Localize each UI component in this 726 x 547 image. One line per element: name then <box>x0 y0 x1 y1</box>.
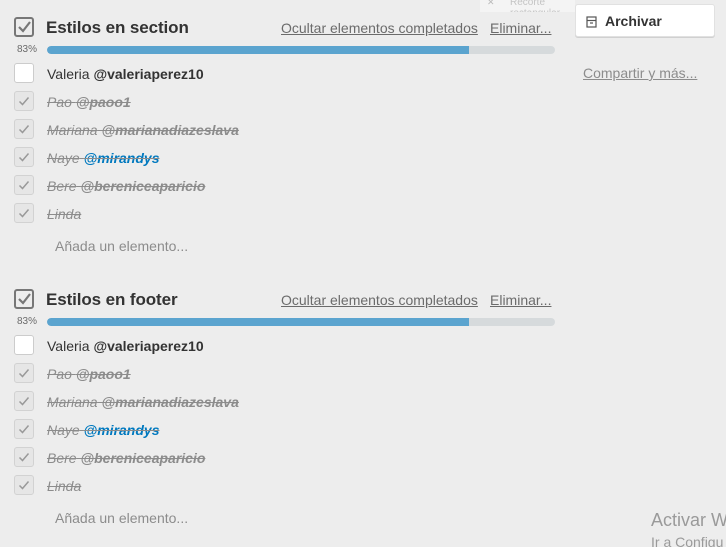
checklist-item[interactable]: Pao @paoo1 <box>0 88 570 116</box>
item-checkbox[interactable] <box>14 335 34 355</box>
progress-percent: 83% <box>17 316 38 327</box>
item-text[interactable]: Naye @mirandys <box>47 150 159 166</box>
checklist-title[interactable]: Estilos en footer <box>46 290 178 310</box>
windows-activation-watermark-sub: Ir a Configu <box>651 534 724 547</box>
checklist-item[interactable]: Pao @paoo1 <box>0 360 570 388</box>
item-mention[interactable]: @mirandys <box>84 150 160 166</box>
item-name: Naye <box>47 422 80 438</box>
archive-icon <box>586 15 597 33</box>
progress-row: 83% <box>0 42 570 58</box>
item-name: Linda <box>47 206 82 222</box>
progress-bar <box>47 318 555 326</box>
item-checkbox[interactable] <box>14 119 34 139</box>
checklist-item[interactable]: Naye @mirandys <box>0 416 570 444</box>
item-mention: @paoo1 <box>75 94 131 110</box>
checklist-item[interactable]: Valeria @valeriaperez10 <box>0 332 570 360</box>
item-text[interactable]: Mariana @marianadiazeslava <box>47 122 239 138</box>
item-checkbox[interactable] <box>14 447 34 467</box>
item-text[interactable]: Valeria @valeriaperez10 <box>47 338 204 354</box>
checklist-item[interactable]: Bere @bereniceaparicio <box>0 444 570 472</box>
hide-completed-link[interactable]: Ocultar elementos completados <box>281 292 478 308</box>
item-mention: @valeriaperez10 <box>93 338 204 354</box>
item-checkbox[interactable] <box>14 203 34 223</box>
windows-activation-watermark: Activar W <box>651 510 726 530</box>
item-text[interactable]: Linda <box>47 206 81 222</box>
archive-button-label: Archivar <box>605 13 662 29</box>
screenshot-tooltip: ✕ Recorte rectangular <box>480 0 575 12</box>
progress-bar <box>47 46 555 54</box>
checklist-items: Valeria @valeriaperez10 Pao @paoo1 Mariana… <box>0 60 570 228</box>
item-checkbox[interactable] <box>14 91 34 111</box>
item-mention: @marianadiazeslava <box>101 394 239 410</box>
item-name: Mariana <box>47 394 98 410</box>
progress-bar-fill <box>47 318 469 326</box>
item-mention: @marianadiazeslava <box>101 122 239 138</box>
item-text[interactable]: Bere @bereniceaparicio <box>47 450 205 466</box>
item-name: Valeria <box>47 338 90 354</box>
item-mention: @bereniceaparicio <box>80 178 206 194</box>
tooltip-text: Recorte rectangular <box>510 0 560 12</box>
checklist-icon <box>14 289 34 309</box>
checklist: Estilos en section Ocultar elementos comp… <box>0 10 570 262</box>
delete-checklist-link[interactable]: Eliminar... <box>490 292 551 308</box>
checklist-item[interactable]: Linda <box>0 472 570 500</box>
progress-percent: 83% <box>17 44 38 55</box>
checklist-item[interactable]: Mariana @marianadiazeslava <box>0 116 570 144</box>
item-name: Bere <box>47 178 77 194</box>
add-item-row: Añada un elemento... <box>0 228 570 262</box>
close-icon: ✕ <box>487 0 495 7</box>
item-mention: @paoo1 <box>75 366 131 382</box>
checklist-item[interactable]: Linda <box>0 200 570 228</box>
checklist-header: Estilos en section Ocultar elementos comp… <box>0 10 570 42</box>
checklist-item[interactable]: Bere @bereniceaparicio <box>0 172 570 200</box>
item-text[interactable]: Linda <box>47 478 81 494</box>
delete-checklist-link[interactable]: Eliminar... <box>490 20 551 36</box>
item-mention: @valeriaperez10 <box>93 66 204 82</box>
checklist-item[interactable]: Valeria @valeriaperez10 <box>0 60 570 88</box>
item-name: Mariana <box>47 122 98 138</box>
checklist-items: Valeria @valeriaperez10 Pao @paoo1 Mariana… <box>0 332 570 500</box>
item-name: Linda <box>47 478 82 494</box>
item-text[interactable]: Pao @paoo1 <box>47 94 131 110</box>
item-checkbox[interactable] <box>14 391 34 411</box>
item-mention[interactable]: @mirandys <box>84 422 160 438</box>
archive-button[interactable]: Archivar <box>575 4 715 37</box>
item-text[interactable]: Pao @paoo1 <box>47 366 131 382</box>
add-item-link[interactable]: Añada un elemento... <box>55 510 188 526</box>
share-and-more-link[interactable]: Compartir y más... <box>583 65 697 81</box>
checklist-icon <box>14 17 34 37</box>
checklist-header: Estilos en footer Ocultar elementos compl… <box>0 282 570 314</box>
item-checkbox[interactable] <box>14 419 34 439</box>
checklist: Estilos en footer Ocultar elementos compl… <box>0 282 570 534</box>
add-item-row: Añada un elemento... <box>0 500 570 534</box>
add-item-link[interactable]: Añada un elemento... <box>55 238 188 254</box>
item-name: Bere <box>47 450 77 466</box>
item-name: Pao <box>47 366 72 382</box>
checklist-item[interactable]: Naye @mirandys <box>0 144 570 172</box>
item-mention: @bereniceaparicio <box>80 450 206 466</box>
checklist-item[interactable]: Mariana @marianadiazeslava <box>0 388 570 416</box>
progress-row: 83% <box>0 314 570 330</box>
item-name: Naye <box>47 150 80 166</box>
item-text[interactable]: Naye @mirandys <box>47 422 159 438</box>
item-checkbox[interactable] <box>14 475 34 495</box>
progress-bar-fill <box>47 46 469 54</box>
item-name: Pao <box>47 94 72 110</box>
item-checkbox[interactable] <box>14 175 34 195</box>
item-checkbox[interactable] <box>14 63 34 83</box>
item-text[interactable]: Mariana @marianadiazeslava <box>47 394 239 410</box>
item-text[interactable]: Valeria @valeriaperez10 <box>47 66 204 82</box>
item-text[interactable]: Bere @bereniceaparicio <box>47 178 205 194</box>
item-name: Valeria <box>47 66 90 82</box>
item-checkbox[interactable] <box>14 147 34 167</box>
checklist-title[interactable]: Estilos en section <box>46 18 189 38</box>
hide-completed-link[interactable]: Ocultar elementos completados <box>281 20 478 36</box>
item-checkbox[interactable] <box>14 363 34 383</box>
